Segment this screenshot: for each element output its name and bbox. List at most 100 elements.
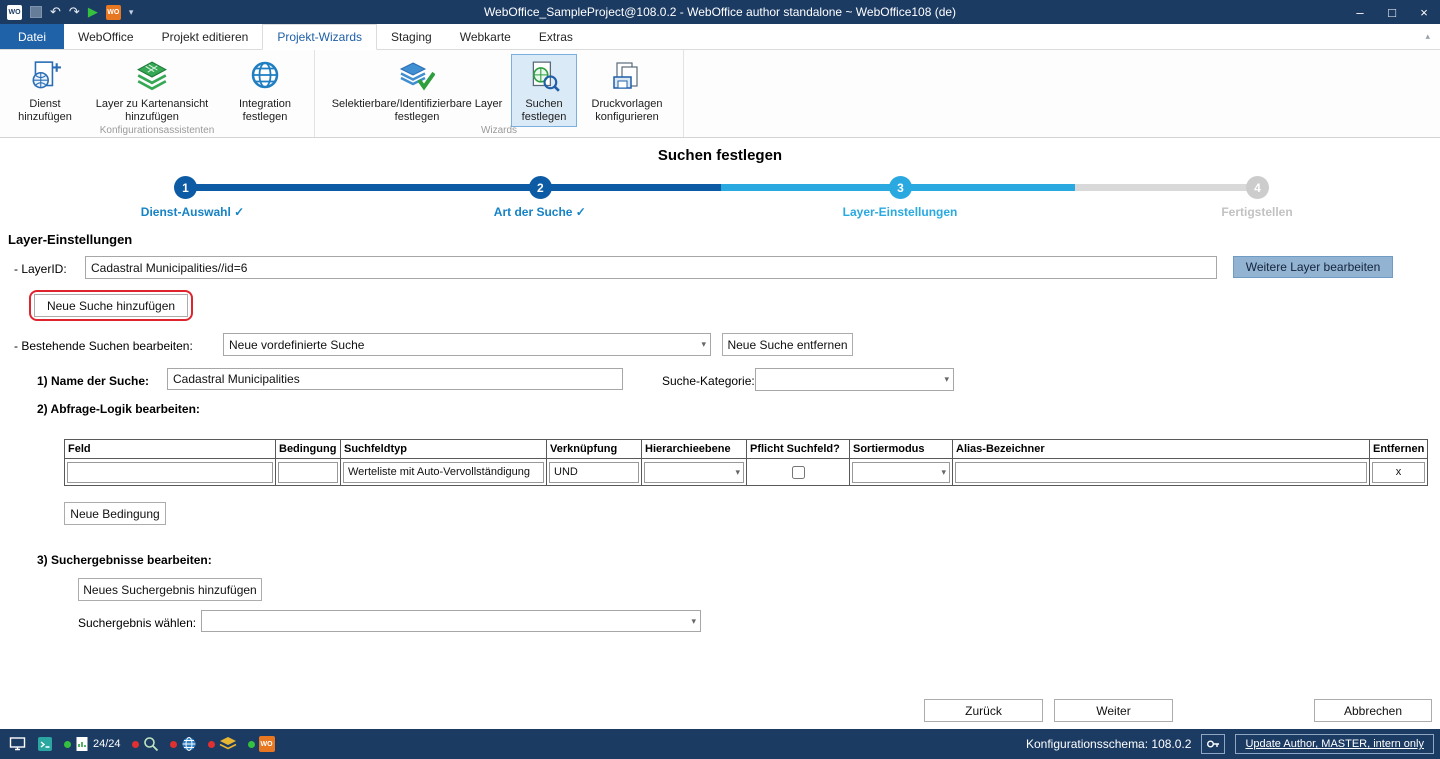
close-button[interactable]: ×	[1408, 0, 1440, 24]
bedingung-input[interactable]	[278, 462, 338, 483]
existing-searches-value: Neue vordefinierte Suche	[229, 338, 364, 352]
column-header: Feld	[65, 440, 276, 459]
step-2-circle[interactable]: 2	[529, 176, 552, 199]
add-layer-to-map-icon	[133, 58, 171, 96]
weboffice-icon: WO	[259, 736, 275, 752]
layer-count: 24/24	[93, 738, 121, 750]
status-error-dot	[132, 741, 139, 748]
query-logic-label: 2) Abfrage-Logik bearbeiten:	[37, 402, 200, 416]
step-4-label: Fertigstellen	[1221, 205, 1292, 219]
terminal-icon[interactable]	[37, 736, 53, 752]
choose-result-select[interactable]: ▾	[201, 610, 701, 632]
ribbon-item-suchen-festlegen[interactable]: Suchen festlegen	[511, 54, 577, 127]
query-conditions-table: Feld Bedingung Suchfeldtyp Verknüpfung H…	[64, 439, 1428, 486]
search-status-group[interactable]	[132, 736, 159, 752]
new-condition-button[interactable]: Neue Bedingung	[64, 502, 166, 525]
existing-searches-select[interactable]: Neue vordefinierte Suche ▾	[223, 333, 711, 356]
step-4-circle: 4	[1246, 176, 1269, 199]
redo-icon[interactable]: ↷	[69, 4, 80, 20]
ribbon-group-label: Wizards	[315, 125, 683, 136]
layer-status-group[interactable]: 24/24	[64, 736, 121, 752]
ribbon-item-label: Suchen festlegen	[514, 98, 574, 123]
run-icon[interactable]: ▶	[88, 4, 98, 20]
status-error-dot	[208, 741, 215, 748]
undo-icon[interactable]: ↶	[50, 4, 61, 20]
layers-status-group[interactable]	[208, 736, 237, 752]
key-button[interactable]	[1201, 734, 1225, 754]
chevron-down-icon: ▾	[941, 467, 946, 478]
remove-search-button[interactable]: Neue Suche entfernen	[722, 333, 853, 356]
weboffice-icon[interactable]: WO	[106, 5, 121, 20]
ribbon-item-selektierbare-layer[interactable]: Selektierbare/Identifizierbare Layer fes…	[323, 54, 511, 127]
step-1-circle[interactable]: 1	[174, 176, 197, 199]
app-logo-icon[interactable]: WO	[7, 5, 22, 20]
search-icon	[143, 736, 159, 752]
search-category-select[interactable]: ▾	[755, 368, 954, 391]
column-header: Bedingung	[276, 440, 341, 459]
suchfeldtyp-value: Werteliste mit Auto-Vervollständigung	[348, 466, 530, 478]
ribbon-item-dienst-hinzufuegen[interactable]: Dienst hinzufügen	[8, 54, 82, 127]
ribbon-item-label: Layer zu Kartenansicht hinzufügen	[85, 98, 219, 123]
globe-status-group[interactable]	[170, 736, 197, 752]
step-3-label: Layer-Einstellungen	[843, 205, 958, 219]
weboffice-status-group[interactable]: WO	[248, 736, 275, 752]
selectable-layers-check-icon	[398, 58, 436, 96]
ribbon-group-wizards: Selektierbare/Identifizierbare Layer fes…	[314, 50, 684, 137]
quick-access-toolbar: WO ↶ ↷ ▶ WO ▾	[0, 4, 133, 20]
pflicht-suchfeld-checkbox[interactable]	[792, 466, 805, 479]
titlebar: WO ↶ ↷ ▶ WO ▾ WebOffice_SampleProject@10…	[0, 0, 1440, 24]
ribbon-group-label: Konfigurationsassistenten	[0, 125, 314, 136]
progress-segment-done	[185, 184, 721, 191]
key-icon	[1206, 737, 1220, 751]
ribbon-item-integration-festlegen[interactable]: Integration festlegen	[222, 54, 308, 127]
tab-projekt-editieren[interactable]: Projekt editieren	[148, 24, 263, 49]
maximize-button[interactable]: □	[1376, 0, 1408, 24]
add-result-button[interactable]: Neues Suchergebnis hinzufügen	[78, 578, 262, 601]
search-name-input[interactable]	[167, 368, 623, 390]
qat-menu-icon[interactable]: ▾	[129, 7, 134, 18]
choose-result-label: Suchergebnis wählen:	[78, 616, 196, 630]
ribbon-item-layer-zu-kartenansicht[interactable]: Layer zu Kartenansicht hinzufügen	[82, 54, 222, 127]
ribbon-item-label: Dienst hinzufügen	[11, 98, 79, 123]
wizard-title: Suchen festlegen	[0, 147, 1440, 164]
edit-more-layers-button[interactable]: Weitere Layer bearbeiten	[1233, 256, 1393, 278]
remove-row-button[interactable]: x	[1372, 462, 1425, 483]
step-3-circle[interactable]: 3	[889, 176, 912, 199]
verknuepfung-select[interactable]: UND	[549, 462, 639, 483]
sortiermodus-select[interactable]: ▾	[852, 462, 950, 483]
cancel-button[interactable]: Abbrechen	[1314, 699, 1432, 722]
next-button[interactable]: Weiter	[1054, 699, 1173, 722]
step-1-label: Dienst-Auswahl ✓	[141, 205, 244, 219]
status-ok-dot	[64, 741, 71, 748]
layer-id-input[interactable]	[85, 256, 1217, 279]
integration-globe-icon	[246, 58, 284, 96]
status-ok-dot	[248, 741, 255, 748]
hierarchieebene-select[interactable]: ▾	[644, 462, 744, 483]
alias-input[interactable]	[955, 462, 1367, 483]
tab-webkarte[interactable]: Webkarte	[446, 24, 525, 49]
tab-projekt-wizards[interactable]: Projekt-Wizards	[262, 24, 377, 50]
add-search-button[interactable]: Neue Suche hinzufügen	[34, 294, 188, 317]
tab-weboffice[interactable]: WebOffice	[64, 24, 148, 49]
globe-icon	[181, 736, 197, 752]
app-window: WO ↶ ↷ ▶ WO ▾ WebOffice_SampleProject@10…	[0, 0, 1440, 759]
user-info[interactable]: Update Author, MASTER, intern only	[1235, 734, 1434, 754]
monitor-icon[interactable]	[9, 736, 26, 752]
tab-datei[interactable]: Datei	[0, 24, 64, 49]
step-2-label: Art der Suche ✓	[494, 205, 586, 219]
tab-staging[interactable]: Staging	[377, 24, 446, 49]
suchfeldtyp-select[interactable]: Werteliste mit Auto-Vervollständigung	[343, 462, 544, 483]
feld-input[interactable]	[67, 462, 273, 483]
tab-extras[interactable]: Extras	[525, 24, 587, 49]
chevron-down-icon: ▾	[691, 611, 696, 631]
window-controls: – □ ×	[1344, 0, 1440, 24]
existing-searches-label: - Bestehende Suchen bearbeiten:	[14, 339, 193, 353]
collapse-ribbon-button[interactable]: ▴	[1415, 24, 1440, 49]
ribbon-item-label: Druckvorlagen konfigurieren	[580, 98, 674, 123]
back-button[interactable]: Zurück	[924, 699, 1043, 722]
save-icon[interactable]	[30, 6, 42, 18]
schema-label: Konfigurationsschema: 108.0.2	[1026, 737, 1191, 751]
layer-id-label: - LayerID:	[14, 262, 67, 276]
ribbon-item-druckvorlagen[interactable]: Druckvorlagen konfigurieren	[577, 54, 677, 127]
minimize-button[interactable]: –	[1344, 0, 1376, 24]
